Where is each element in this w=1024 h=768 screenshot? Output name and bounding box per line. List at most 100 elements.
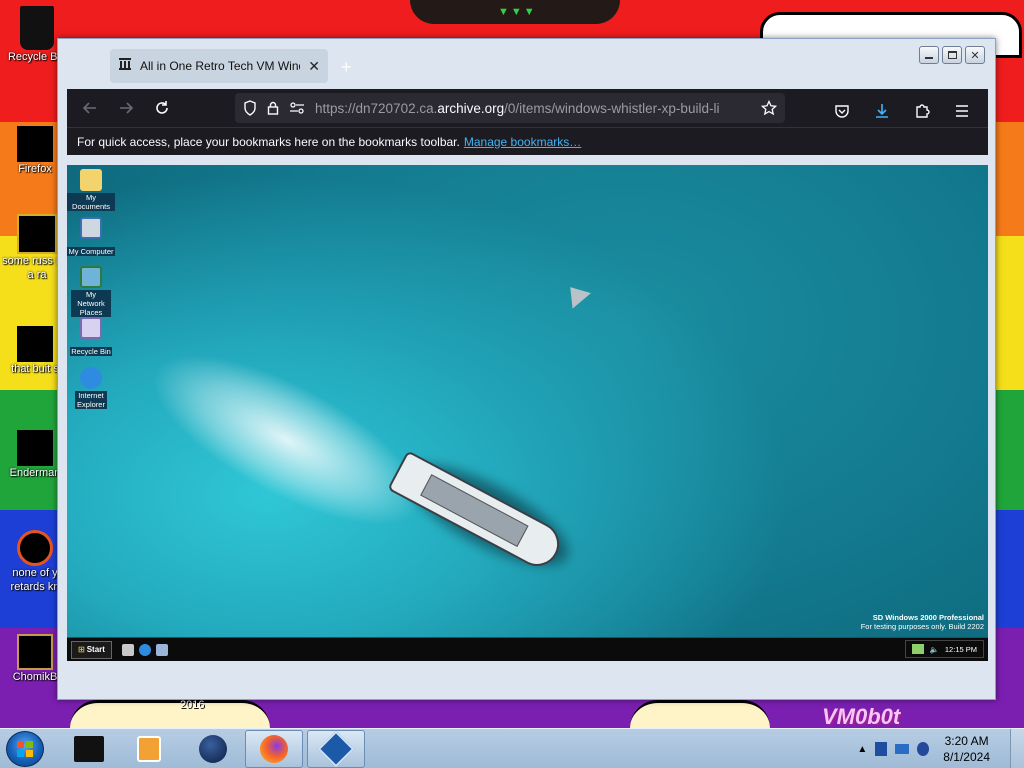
vm-desktop-icon-my-computer[interactable]: My Computer [67, 217, 115, 259]
media-player-icon [137, 736, 161, 762]
vm-desktop-icon-my-documents[interactable]: My Documents [67, 169, 115, 214]
shield-icon [244, 100, 256, 116]
network-icon[interactable] [911, 644, 924, 654]
pocket-button[interactable] [824, 93, 860, 129]
browser-tab[interactable]: All in One Retro Tech VM Wind ✕ [110, 49, 328, 83]
windows-logo-icon: ⊞ [78, 645, 85, 654]
vm-icon-label: My Computer [67, 247, 115, 256]
wallpaper-year: 2016 [180, 699, 205, 711]
vm-desktop-icon-internet-explorer[interactable]: Internet Explorer [67, 367, 115, 412]
vm-clock: 12:15 PM [944, 644, 977, 654]
minimize-button[interactable] [919, 46, 939, 64]
vm-quick-launch [121, 643, 168, 656]
back-arrow-icon [82, 102, 96, 114]
taskbar-virtualbox[interactable] [307, 730, 365, 768]
windows-logo-icon [17, 741, 33, 757]
taskbar-globe[interactable] [184, 730, 242, 768]
firefox-icon [260, 735, 288, 763]
tray-icons: ▲ [857, 742, 930, 756]
manage-bookmarks-link[interactable]: Manage bookmarks… [464, 135, 581, 149]
internet-explorer-icon[interactable] [138, 643, 151, 656]
taskbar-firefox[interactable] [245, 730, 303, 768]
url-suffix: /0/items/windows-whistler-xp-build-li [504, 100, 720, 116]
puzzle-icon [916, 104, 930, 118]
pocket-icon [835, 105, 849, 118]
vm-watermark: SD Windows 2000 Professional For testing… [861, 613, 984, 631]
taskbar-explorer[interactable] [60, 730, 118, 768]
folder-icon [17, 326, 53, 362]
hamster-icon [17, 634, 53, 670]
wallpaper-shape: ▼▼▼ [410, 0, 620, 24]
close-tab-icon[interactable]: ✕ [308, 58, 320, 75]
maximize-button[interactable] [942, 46, 962, 64]
virtualbox-icon [317, 730, 355, 768]
volume-icon[interactable]: 🔈 [930, 645, 939, 654]
start-button[interactable] [6, 731, 44, 767]
outlook-icon[interactable] [155, 643, 168, 656]
close-button[interactable]: ✕ [965, 46, 985, 64]
url-domain: archive.org [437, 100, 505, 116]
tray-app-icon[interactable] [875, 742, 888, 756]
system-tray: ▲ 3:20 AM 8/1/2024 [857, 729, 1024, 768]
bookmark-star-icon[interactable] [761, 100, 777, 116]
vm-desktop-icon-my-network-places[interactable]: My Network Places [67, 266, 115, 320]
bookmarks-toolbar: For quick access, place your bookmarks h… [67, 127, 988, 155]
internet-explorer-icon [80, 367, 102, 389]
show-hidden-icons-icon[interactable]: ▲ [857, 744, 867, 755]
forward-button[interactable] [108, 90, 144, 126]
permissions-icon [290, 102, 304, 114]
download-icon [876, 104, 888, 118]
close-icon: ✕ [970, 49, 980, 62]
taskbar-media-player[interactable] [120, 730, 178, 768]
navigation-toolbar: https://dn720702.ca.archive.org/0/items/… [67, 89, 988, 127]
new-tab-button[interactable]: + [341, 57, 352, 78]
vm-desktop-icon-recycle-bin[interactable]: Recycle Bin [67, 317, 115, 359]
firefox-icon [17, 126, 53, 162]
watermark-line1: SD Windows 2000 Professional [872, 613, 984, 622]
vm-start-label: Start [86, 645, 105, 654]
hamburger-icon [956, 105, 968, 117]
show-desktop-icon[interactable] [121, 643, 134, 656]
vm-system-tray: 🔈 12:15 PM [904, 640, 984, 658]
clock-date: 8/1/2024 [943, 750, 990, 764]
toolbar-right [824, 93, 980, 129]
vm-start-button[interactable]: ⊞ Start [71, 640, 112, 659]
clock-time: 3:20 AM [944, 734, 989, 748]
menu-button[interactable] [944, 93, 980, 129]
show-desktop-button[interactable] [1010, 729, 1024, 768]
minimize-icon [925, 57, 933, 59]
explorer-icon [74, 736, 104, 762]
recycle-bin-icon [80, 317, 102, 339]
taskbar: ▲ 3:20 AM 8/1/2024 [0, 728, 1024, 768]
vm-screen[interactable]: My Documents My Computer My Network Plac… [67, 165, 988, 661]
reload-icon [156, 101, 168, 114]
vm-icon-label: My Documents [67, 193, 115, 211]
window-controls: ✕ [919, 46, 985, 64]
boat-wake [128, 321, 446, 559]
computer-icon [80, 217, 102, 239]
reload-button[interactable] [144, 90, 180, 126]
recycle-bin-icon [20, 6, 54, 50]
network-icon [80, 266, 102, 288]
network-icon[interactable] [895, 744, 910, 754]
browser-window[interactable]: All in One Retro Tech VM Wind ✕ + ✕ http… [57, 38, 996, 700]
vm-icon-label: Recycle Bin [70, 347, 112, 356]
wallpaper-shape [70, 700, 270, 728]
mouse-cursor-icon [561, 279, 591, 309]
back-button[interactable] [72, 90, 108, 126]
extensions-button[interactable] [904, 93, 940, 129]
url-bar[interactable]: https://dn720702.ca.archive.org/0/items/… [235, 93, 785, 123]
globe-icon [199, 735, 227, 763]
maximize-icon [947, 51, 957, 59]
wallpaper-logo: VM0b0t [822, 704, 901, 729]
tab-title: All in One Retro Tech VM Wind [140, 59, 301, 73]
watermark-line2: For testing purposes only. Build 2202 [860, 622, 984, 631]
forward-arrow-icon [120, 102, 134, 114]
vm-icon-label: My Network Places [71, 290, 111, 317]
document-icon [17, 214, 57, 254]
app-icon [17, 430, 53, 466]
lock-icon [267, 101, 279, 115]
downloads-button[interactable] [864, 93, 900, 129]
clock[interactable]: 3:20 AM 8/1/2024 [943, 733, 990, 765]
volume-icon[interactable] [917, 742, 930, 756]
